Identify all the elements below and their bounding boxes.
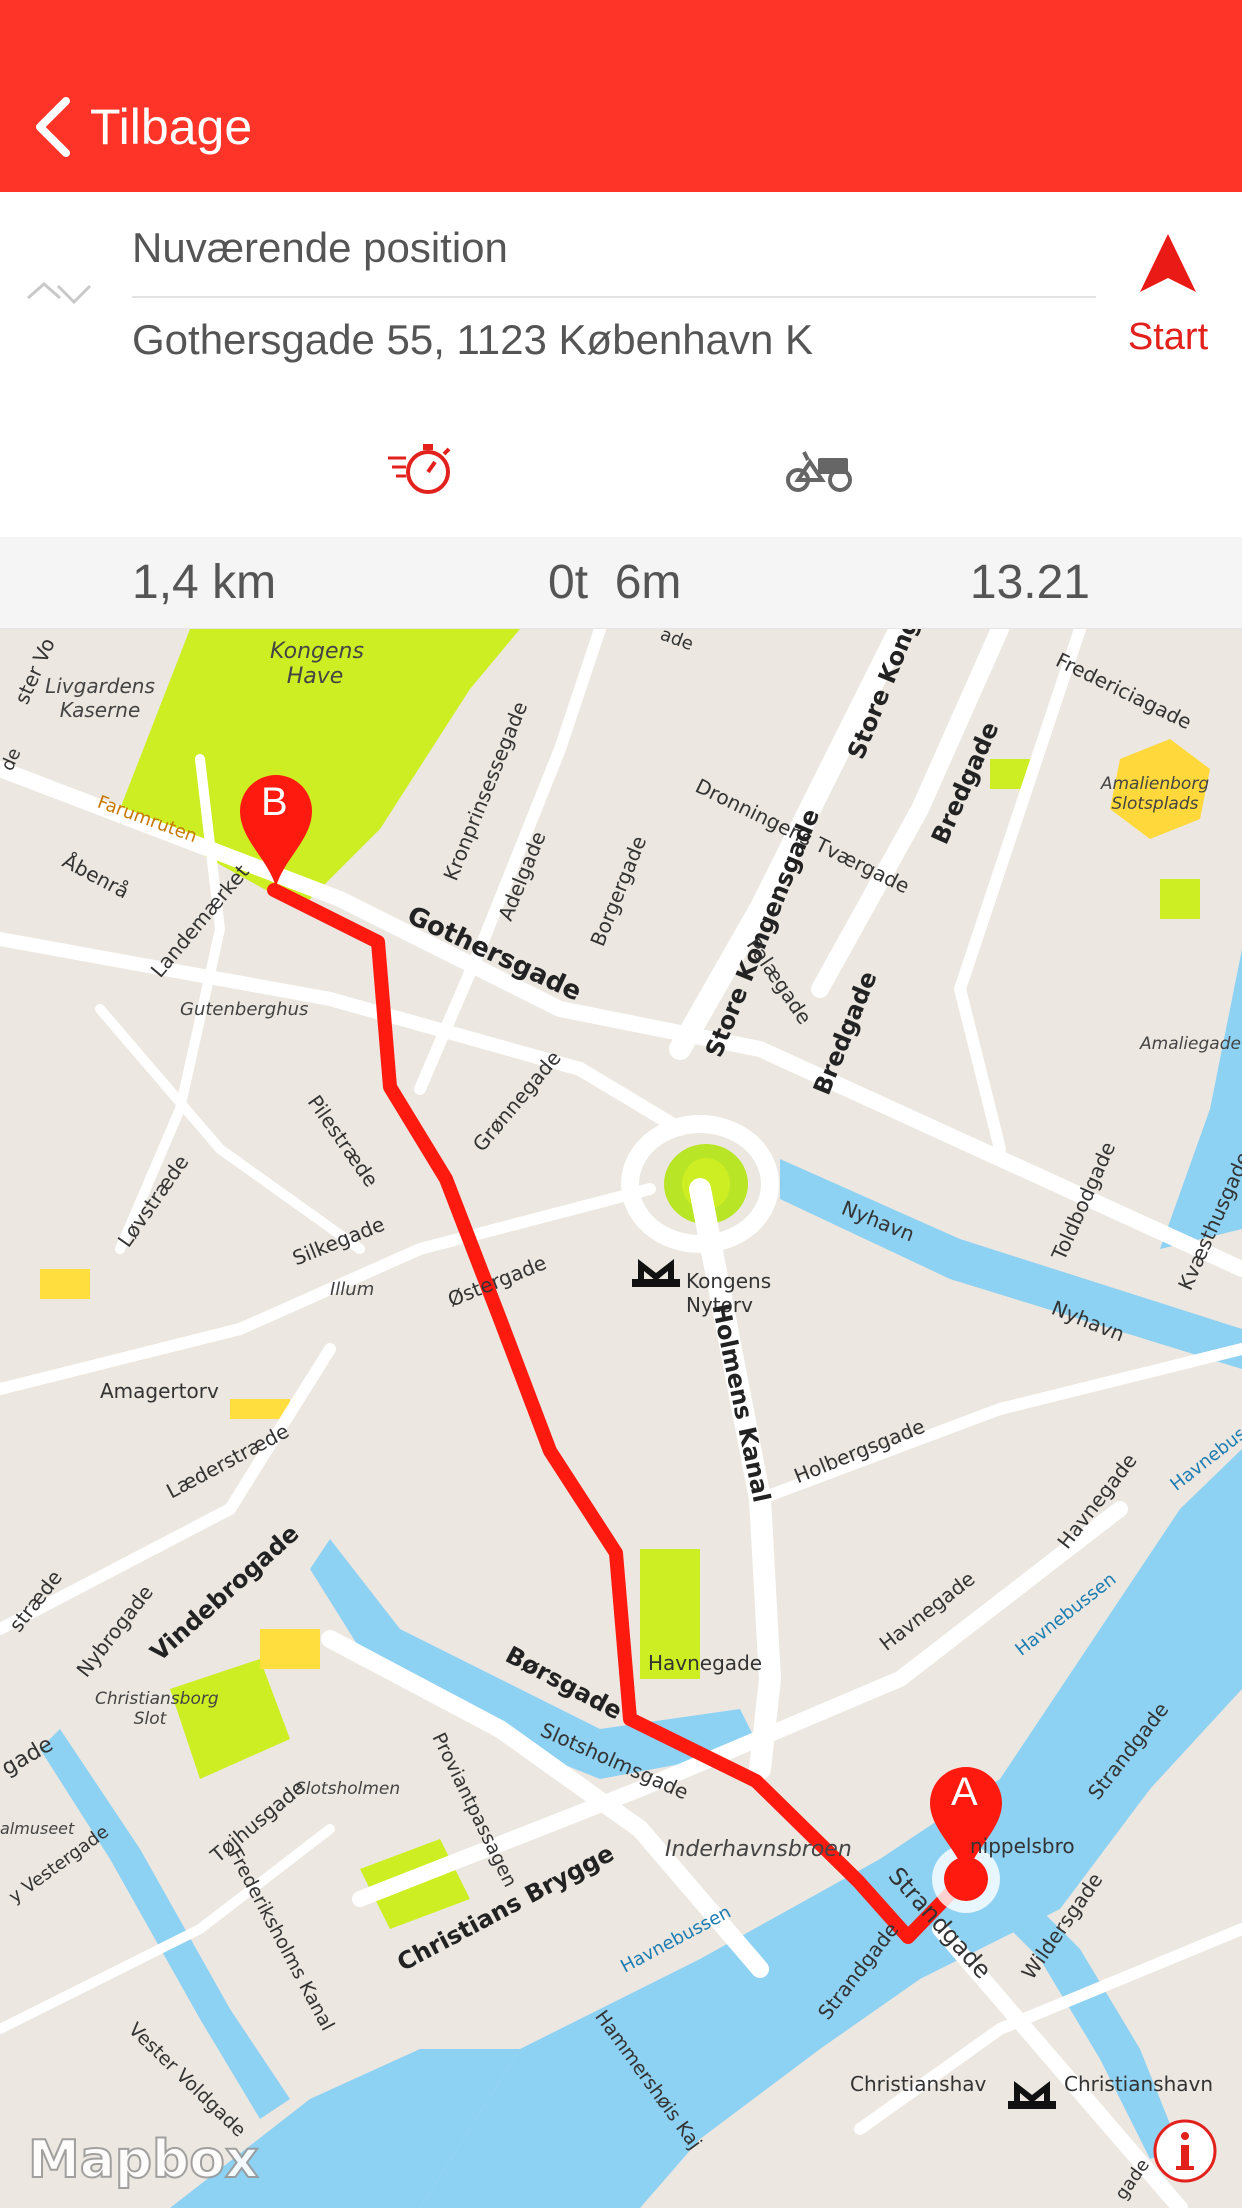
map-label: Amalienborg Slotsplads — [1100, 774, 1210, 814]
map-label: Christianshav — [850, 2072, 987, 2096]
marker-b-label[interactable]: B — [261, 780, 288, 825]
route-duration: 0t 6m — [548, 556, 682, 609]
field-divider — [132, 296, 1096, 298]
mode-fastest[interactable] — [386, 440, 456, 498]
start-button[interactable]: Start — [1120, 232, 1216, 382]
cargo-bike-icon — [786, 451, 852, 492]
chevron-left-icon — [36, 97, 70, 157]
map-label: Christiansborg Slot — [95, 1689, 219, 1729]
mapbox-logo: Mapbox — [27, 2129, 260, 2191]
map-label: Inderhavnsbroen — [665, 1837, 852, 1862]
from-field[interactable]: Nuværende position — [132, 224, 508, 272]
map-label: Slotsholmen — [295, 1779, 401, 1799]
back-label: Tilbage — [90, 99, 253, 155]
back-button[interactable]: Tilbage — [30, 92, 252, 162]
mode-cargo-bike[interactable] — [784, 440, 854, 498]
start-label: Start — [1127, 316, 1209, 358]
arrival-time: 13.21 — [969, 556, 1090, 609]
map-label: Amagertorv — [100, 1379, 219, 1403]
route-map[interactable]: B A Kongens Have Livgardens Kaserne Faru… — [0, 629, 1242, 2208]
map-label: nippelsbro — [970, 1834, 1075, 1858]
route-summary: 1,4 km 0t 6m 13.21 — [0, 537, 1242, 629]
map-label: Gutenberghus — [180, 999, 309, 1020]
navigation-arrow-icon — [1140, 234, 1196, 292]
map-label: Christianshavn — [1064, 2072, 1214, 2096]
to-field[interactable]: Gothersgade 55, 1123 København K — [132, 316, 813, 364]
map-label: Amaliegade — [1140, 1034, 1241, 1054]
map-label: Illum — [330, 1279, 375, 1300]
info-icon[interactable] — [1152, 2118, 1218, 2184]
map-label: almuseet — [0, 1819, 75, 1838]
stopwatch-icon — [388, 444, 451, 494]
map-label: Livgardens Kaserne — [45, 674, 155, 722]
swap-direction-icon[interactable] — [26, 276, 110, 316]
map-label: Havnegade — [648, 1651, 763, 1675]
route-distance: 1,4 km — [132, 556, 277, 609]
marker-a-label[interactable]: A — [951, 1770, 978, 1815]
top-bar: Tilbage — [0, 0, 1242, 192]
map-label: Kongens Have — [270, 639, 364, 689]
